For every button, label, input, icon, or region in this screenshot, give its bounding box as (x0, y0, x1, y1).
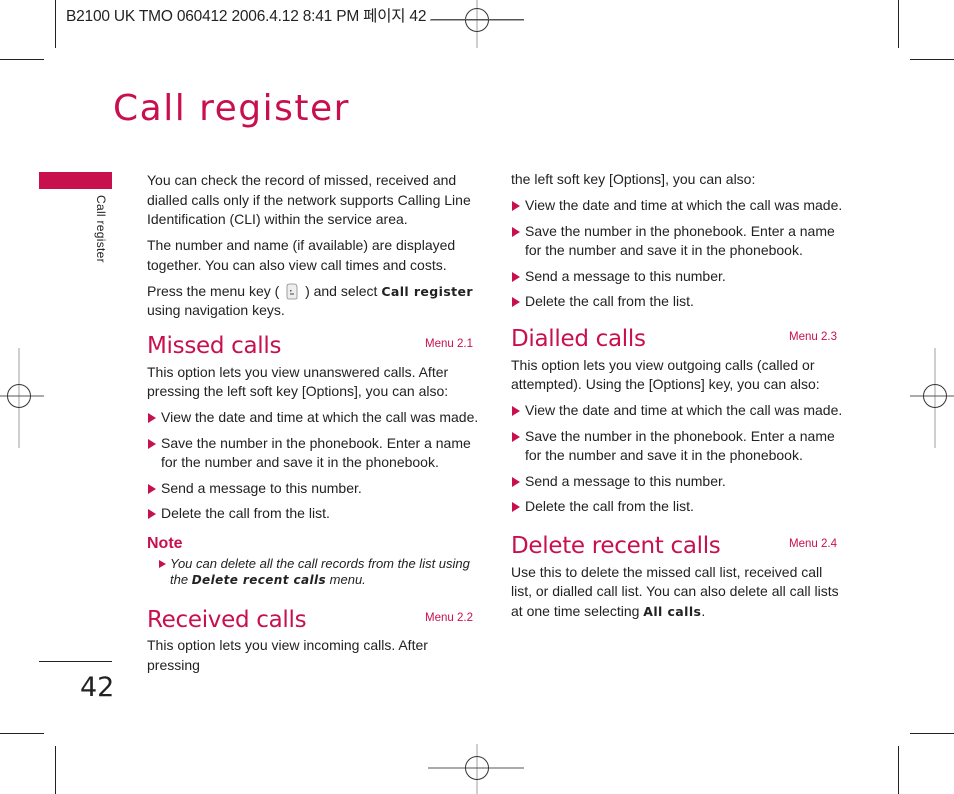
list-item-text: Save the number in the phonebook. Enter … (161, 434, 471, 471)
side-tab-marker (39, 172, 112, 189)
registration-mark-top (430, 0, 524, 48)
section-body: This option lets you view unanswered cal… (147, 363, 449, 400)
list-item: Delete the call from the list. (147, 504, 479, 524)
crop-mark (910, 59, 954, 60)
bullet-triangle-icon (148, 509, 156, 519)
crop-mark (0, 59, 44, 60)
note-title: Note (147, 534, 183, 552)
list-item-text: View the date and time at which the call… (525, 197, 843, 213)
section-header-received-calls: Received calls Menu 2.2 (147, 602, 479, 632)
section-header-delete-recent-calls: Delete recent calls Menu 2.4 (511, 529, 843, 559)
list-item: Send a message to this number. (511, 267, 843, 287)
print-slug: B2100 UK TMO 060412 2006.4.12 8:41 PM 페이… (66, 8, 427, 25)
menu-key-icon (286, 283, 298, 299)
bullet-triangle-icon (148, 483, 156, 494)
page-title: Call register (113, 88, 350, 129)
intro-paragraph-1: You can check the record of missed, rece… (147, 172, 471, 227)
bullet-triangle-icon (512, 431, 520, 442)
intro-paragraph-2: The number and name (if available) are d… (147, 237, 456, 273)
bullet-list: View the date and time at which the call… (511, 196, 843, 312)
section-title: Dialled calls (511, 326, 646, 352)
section-title: Missed calls (147, 333, 282, 359)
registration-mark-left (0, 348, 44, 448)
bullet-triangle-icon (148, 438, 156, 449)
menu-reference: Menu 2.1 (425, 338, 473, 350)
list-item-text: Send a message to this number. (161, 479, 362, 496)
section-body: This option lets you view incoming calls… (147, 637, 428, 673)
bullet-list: View the date and time at which the call… (147, 408, 479, 524)
crop-mark (55, 746, 56, 794)
list-item: Save the number in the phonebook. Enter … (147, 434, 479, 473)
bullet-triangle-icon (512, 502, 520, 512)
list-item: Delete the call from the list. (511, 292, 843, 312)
section-title: Delete recent calls (511, 533, 721, 559)
menu-term-delete-recent-calls: Delete recent calls (191, 573, 327, 587)
section-body: Use this to delete the missed call list,… (511, 563, 843, 622)
section-body-text: . (701, 602, 706, 619)
bullet-triangle-icon (148, 413, 156, 423)
menu-reference: Menu 2.4 (789, 538, 837, 550)
side-section-label: Call register (94, 195, 108, 263)
list-item-text: View the date and time at which the call… (161, 409, 479, 425)
section-title: Received calls (147, 606, 307, 633)
slug-underline (431, 19, 524, 20)
crop-mark (55, 0, 56, 48)
note-text: menu. (326, 572, 366, 587)
crop-mark (910, 733, 954, 734)
list-item: View the date and time at which the call… (511, 196, 843, 216)
registration-mark-bottom (428, 744, 524, 794)
bullet-triangle-icon (512, 226, 520, 237)
menu-term-all-calls: All calls (643, 603, 702, 619)
bullet-triangle-icon (512, 297, 520, 307)
bullet-list: View the date and time at which the call… (511, 401, 843, 517)
intro-text: using navigation keys. (147, 302, 285, 318)
menu-term-call-register: Call register (381, 283, 473, 299)
intro-text: ) and select (305, 282, 382, 299)
bullet-triangle-icon (159, 560, 166, 568)
list-item-text: Delete the call from the list. (161, 505, 330, 521)
crop-mark (898, 746, 899, 794)
page-number: 42 (80, 672, 115, 703)
menu-reference: Menu 2.3 (789, 331, 837, 343)
bullet-triangle-icon (512, 271, 520, 282)
list-item-text: Delete the call from the list. (525, 293, 694, 309)
section-body-continued: the left soft key [Options], you can als… (511, 171, 756, 187)
list-item-text: Save the number in the phonebook. Enter … (525, 222, 835, 259)
registration-mark-right (910, 348, 954, 448)
list-item-text: Send a message to this number. (525, 472, 726, 489)
bullet-triangle-icon (512, 201, 520, 211)
list-item-text: Save the number in the phonebook. Enter … (525, 427, 835, 464)
list-item: Save the number in the phonebook. Enter … (511, 222, 843, 261)
menu-reference: Menu 2.2 (425, 611, 473, 624)
list-item: Send a message to this number. (147, 479, 479, 499)
list-item: View the date and time at which the call… (147, 408, 479, 428)
list-item: View the date and time at which the call… (511, 401, 843, 421)
bullet-triangle-icon (512, 476, 520, 487)
section-header-missed-calls: Missed calls Menu 2.1 (147, 329, 479, 359)
list-item: Send a message to this number. (511, 472, 843, 492)
section-body: This option lets you view outgoing calls… (511, 356, 820, 393)
list-item-text: Delete the call from the list. (525, 498, 694, 514)
bullet-triangle-icon (512, 406, 520, 416)
list-item: Delete the call from the list. (511, 497, 843, 517)
list-item-text: Send a message to this number. (525, 267, 726, 284)
list-item: Save the number in the phonebook. Enter … (511, 427, 843, 466)
note-body: You can delete all the call records from… (147, 556, 479, 588)
column-right: the left soft key [Options], you can als… (511, 170, 843, 628)
page-number-rule (39, 661, 112, 662)
crop-mark (0, 733, 44, 734)
crop-mark (898, 0, 899, 48)
section-header-dialled-calls: Dialled calls Menu 2.3 (511, 322, 843, 352)
list-item-text: View the date and time at which the call… (525, 402, 843, 418)
column-left: You can check the record of missed, rece… (147, 171, 479, 682)
intro-text: Press the menu key ( (147, 282, 280, 299)
intro-paragraph-3: Press the menu key ( ) and select Call r… (147, 282, 479, 321)
